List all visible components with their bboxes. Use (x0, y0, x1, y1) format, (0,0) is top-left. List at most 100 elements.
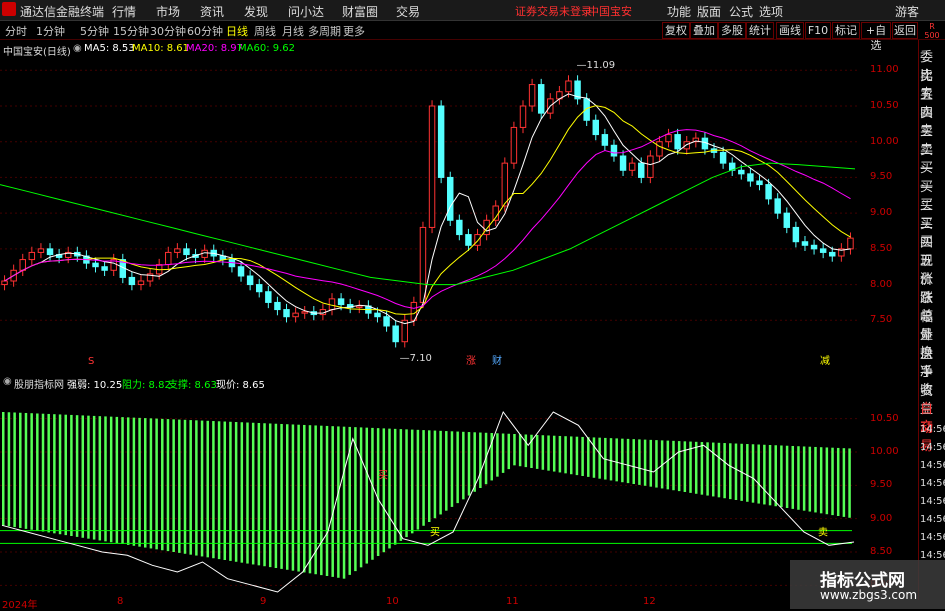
x-label-aug: 8 (117, 596, 124, 607)
period-daily[interactable]: 日线 (226, 23, 248, 39)
period-15min[interactable]: 15分钟 (113, 23, 149, 39)
strength-bar (638, 439, 641, 485)
strength-bar (428, 430, 431, 522)
strength-bar (706, 442, 709, 496)
period-more[interactable]: 更多 (343, 23, 365, 39)
guest-login[interactable]: 游客 (895, 3, 919, 20)
period-monthly[interactable]: 月线 (282, 23, 304, 39)
strength-bar (774, 445, 777, 507)
strength-bar (507, 433, 511, 470)
add-watchlist-button[interactable]: +自选 (861, 22, 891, 52)
candle (374, 312, 381, 318)
candle (383, 316, 390, 327)
strength-bar (575, 436, 579, 476)
strength-bar (757, 444, 760, 504)
signal-marker: 买 (378, 470, 388, 482)
x-label-dec: 12 (643, 596, 656, 607)
strength-bar (723, 443, 726, 499)
x-label-sep: 9 (260, 596, 267, 607)
candle (510, 126, 518, 164)
trade-time: 14:56 (920, 460, 945, 471)
candle (783, 212, 791, 228)
candle (801, 241, 809, 246)
strength-bar (268, 423, 272, 568)
candle (483, 219, 490, 236)
period-5min[interactable]: 5分钟 (80, 23, 109, 39)
strength-bar (791, 445, 795, 509)
menu-hangqing[interactable]: 行情 (112, 3, 136, 20)
login-alert[interactable]: 证券交易未登录 (515, 3, 592, 19)
strength-bar (189, 420, 192, 555)
strength-bar (479, 432, 482, 488)
strength-bar (564, 436, 567, 474)
indicator-settings-icon[interactable]: ◉ (3, 376, 12, 387)
menu-gongneng[interactable]: 功能 (667, 3, 691, 20)
app-logo-icon (2, 2, 16, 16)
back-button[interactable]: 返回 (892, 22, 918, 39)
indicator-y-tick-label: 9.00 (870, 512, 893, 524)
settings-icon[interactable]: ◉ (73, 43, 82, 54)
strength-bar (763, 444, 766, 505)
strength-bar (785, 445, 789, 508)
tongji-button[interactable]: 统计 (746, 22, 774, 39)
strength-bar (467, 432, 471, 496)
period-weekly[interactable]: 周线 (254, 23, 276, 39)
indicator-name: 股朋指标网 (14, 380, 64, 391)
period-fenshi[interactable]: 分时 (5, 23, 27, 39)
candle (174, 248, 181, 253)
candle (528, 84, 536, 107)
menu-faxian[interactable]: 发现 (244, 3, 268, 20)
candle (601, 134, 609, 146)
strength-bar (371, 427, 374, 560)
candle (674, 134, 681, 150)
strength-bar (2, 412, 5, 526)
kline-chart[interactable]: —11.09 —7.10 S 涨 财 减 (0, 56, 860, 366)
signal-marker: 买 (430, 526, 440, 538)
period-60min[interactable]: 60分钟 (187, 23, 223, 39)
strength-bar (64, 414, 67, 536)
strength-bar (694, 441, 698, 494)
strength-bar (825, 447, 829, 515)
menu-zixun[interactable]: 资讯 (200, 3, 224, 20)
diejia-button[interactable]: 叠加 (690, 22, 718, 39)
f10-button[interactable]: F10 (805, 22, 831, 39)
strength-bar (819, 447, 823, 514)
candle (356, 305, 363, 308)
candle (46, 248, 54, 256)
y-tick-label: 8.00 (870, 278, 893, 290)
menu-jiaoyi[interactable]: 交易 (396, 3, 420, 20)
strength-bar (780, 445, 783, 508)
strength-bar (206, 420, 209, 558)
strength-bar (47, 413, 50, 533)
candle (474, 234, 481, 246)
candle (201, 249, 208, 258)
strength-bar (672, 440, 675, 491)
menu-shichang[interactable]: 市场 (156, 3, 180, 20)
period-30min[interactable]: 30分钟 (150, 23, 186, 39)
candle (847, 237, 854, 250)
huaxian-button[interactable]: 画线 (776, 22, 804, 39)
candle (501, 162, 509, 207)
menu-banmian[interactable]: 版面 (697, 3, 721, 20)
biaoji-button[interactable]: 标记 (832, 22, 860, 39)
fuquan-button[interactable]: 复权 (662, 22, 690, 39)
menu-gongshi[interactable]: 公式 (729, 3, 753, 20)
app-name: 通达信金融终端 (20, 5, 105, 19)
candle (301, 311, 308, 314)
strength-bar (382, 428, 386, 553)
menu-wenxiaoda[interactable]: 问小达 (288, 3, 324, 20)
duogu-button[interactable]: 多股 (718, 22, 746, 39)
period-1min[interactable]: 1分钟 (36, 23, 65, 39)
x-label-nov: 11 (506, 596, 519, 607)
menu-xuanxiang[interactable]: 选项 (759, 3, 783, 20)
indicator-chart[interactable]: 买买卖 (0, 392, 860, 597)
candle (628, 162, 636, 171)
ma60-line (0, 162, 856, 286)
period-multi[interactable]: 多周期 (308, 23, 341, 39)
menu-caifuquan[interactable]: 财富圈 (342, 3, 378, 20)
strength-bar (524, 434, 528, 468)
title-bar: 通达信金融终端 行情 市场 资讯 发现 问小达 财富圈 交易 证券交易未登录 中… (0, 0, 945, 21)
candle (610, 144, 618, 157)
candle (246, 275, 254, 286)
strength-bar (200, 420, 204, 557)
